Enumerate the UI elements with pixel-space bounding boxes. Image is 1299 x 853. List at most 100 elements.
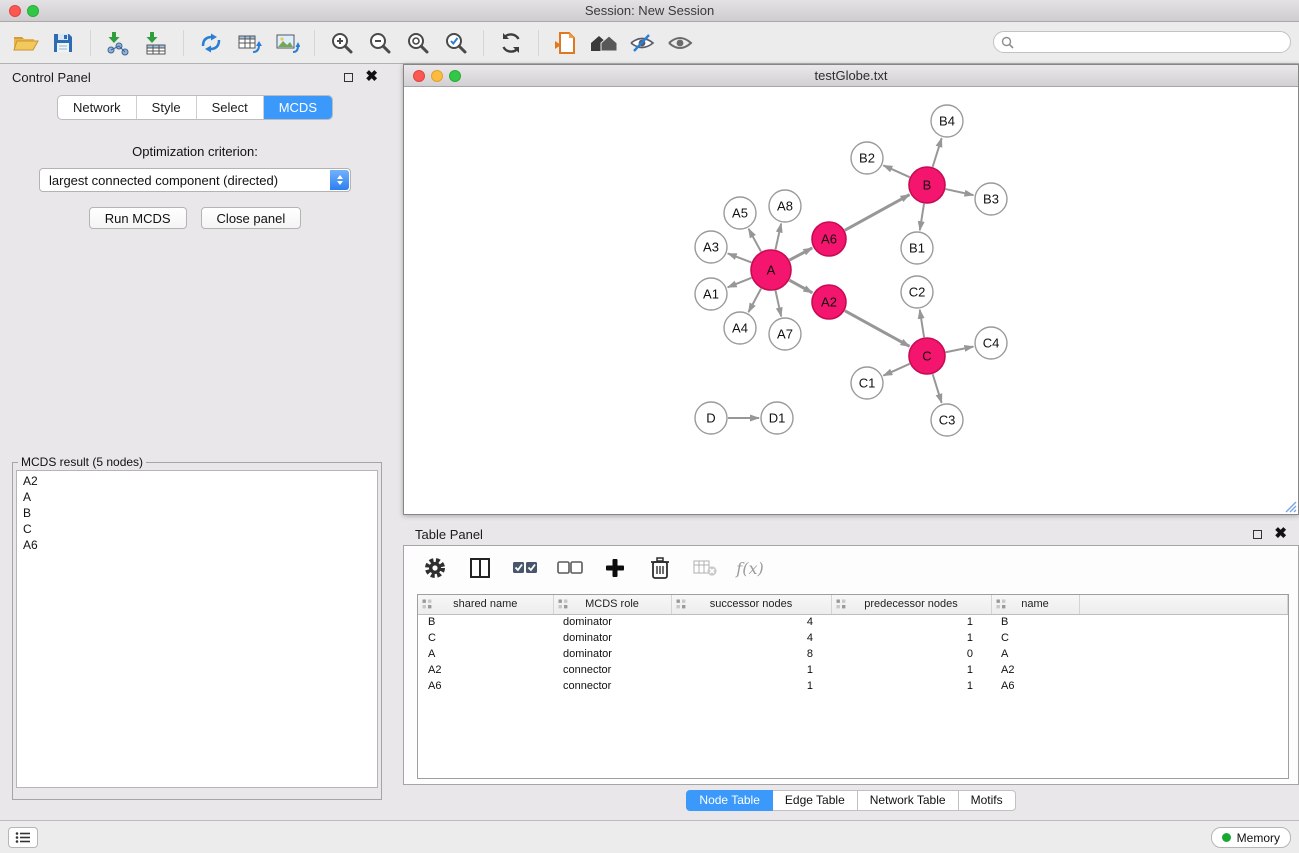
result-item[interactable]: C xyxy=(23,521,371,537)
close-table-panel-icon[interactable]: ✖ xyxy=(1274,528,1287,540)
import-network-button[interactable] xyxy=(99,27,137,59)
tab-mcds[interactable]: MCDS xyxy=(264,96,332,119)
edge-A-A2[interactable] xyxy=(789,280,812,293)
select-all-button[interactable] xyxy=(511,555,539,581)
deselect-all-button[interactable] xyxy=(556,555,584,581)
image-export-button[interactable] xyxy=(268,27,306,59)
network-cycle-button[interactable] xyxy=(192,27,230,59)
table-row[interactable]: A6connector11A6 xyxy=(418,678,1288,694)
node-A4[interactable]: A4 xyxy=(724,312,756,344)
tab-motifs[interactable]: Motifs xyxy=(959,790,1016,811)
node-B[interactable]: B xyxy=(909,167,945,203)
network-graph[interactable]: B4 B2 B B3 A5 A8 A6 A3 B1 A C2 A1 A2 A4 A7 C4 C C1 D D1 C3 xyxy=(404,88,1298,514)
network-canvas[interactable]: B4 B2 B B3 A5 A8 A6 A3 B1 A C2 A1 A2 A4 A7 C4 C C1 D D1 C3 xyxy=(404,88,1298,514)
network-zoom-button[interactable] xyxy=(449,70,461,82)
node-A[interactable]: A xyxy=(751,250,791,290)
delete-column-button[interactable] xyxy=(646,555,674,581)
tab-style[interactable]: Style xyxy=(137,96,197,119)
table-row[interactable]: Adominator80A xyxy=(418,646,1288,662)
result-item[interactable]: A xyxy=(23,489,371,505)
tab-edge-table[interactable]: Edge Table xyxy=(773,790,858,811)
node-A8[interactable]: A8 xyxy=(769,190,801,222)
home-button[interactable] xyxy=(585,27,623,59)
float-table-panel-icon[interactable] xyxy=(1253,530,1262,539)
table-export-button[interactable] xyxy=(230,27,268,59)
zoom-in-button[interactable] xyxy=(323,27,361,59)
close-panel-button[interactable]: Close panel xyxy=(201,207,302,229)
edge-A-A8[interactable] xyxy=(775,224,781,250)
table-row[interactable]: Bdominator41B xyxy=(418,614,1288,630)
column-header[interactable]: MCDS role xyxy=(553,595,671,614)
search-input[interactable] xyxy=(1019,35,1283,49)
network-window-titlebar[interactable]: testGlobe.txt xyxy=(404,65,1298,87)
edge-C-C4[interactable] xyxy=(946,347,974,353)
edge-A-A3[interactable] xyxy=(728,253,752,262)
function-builder-button[interactable]: f(x) xyxy=(736,555,764,581)
show-panels-button[interactable] xyxy=(8,827,38,848)
table-settings-button[interactable] xyxy=(421,555,449,581)
node-D[interactable]: D xyxy=(695,402,727,434)
column-header[interactable]: name xyxy=(991,595,1079,614)
open-session-button[interactable] xyxy=(6,27,44,59)
zoom-window-button[interactable] xyxy=(27,5,39,17)
edge-A-A4[interactable] xyxy=(748,289,761,313)
node-A2[interactable]: A2 xyxy=(812,285,846,319)
node-B2[interactable]: B2 xyxy=(851,142,883,174)
zoom-selected-button[interactable] xyxy=(437,27,475,59)
resize-corner-icon[interactable] xyxy=(1285,501,1297,513)
node-D1[interactable]: D1 xyxy=(761,402,793,434)
run-mcds-button[interactable]: Run MCDS xyxy=(89,207,187,229)
result-item[interactable]: B xyxy=(23,505,371,521)
result-item[interactable]: A6 xyxy=(23,537,371,553)
edge-B-B3[interactable] xyxy=(946,189,974,195)
node-B1[interactable]: B1 xyxy=(901,232,933,264)
column-header[interactable]: predecessor nodes xyxy=(831,595,991,614)
zoom-out-button[interactable] xyxy=(361,27,399,59)
show-graphics-button[interactable] xyxy=(661,27,699,59)
memory-button[interactable]: Memory xyxy=(1211,827,1291,848)
column-header[interactable]: shared name xyxy=(418,595,553,614)
zoom-fit-button[interactable] xyxy=(399,27,437,59)
node-A6[interactable]: A6 xyxy=(812,222,846,256)
edge-A-A6[interactable] xyxy=(790,248,813,260)
edge-C-C2[interactable] xyxy=(920,310,924,337)
column-header[interactable]: successor nodes xyxy=(671,595,831,614)
edge-C-C1[interactable] xyxy=(883,364,909,376)
criterion-dropdown[interactable]: largest connected component (directed) xyxy=(39,168,351,192)
table-row[interactable]: Cdominator41C xyxy=(418,630,1288,646)
close-window-button[interactable] xyxy=(9,5,21,17)
show-columns-button[interactable] xyxy=(466,555,494,581)
edge-A-A1[interactable] xyxy=(728,278,752,288)
edge-A6-B[interactable] xyxy=(845,195,910,231)
node-C2[interactable]: C2 xyxy=(901,276,933,308)
result-item[interactable]: A2 xyxy=(23,473,371,489)
node-C1[interactable]: C1 xyxy=(851,367,883,399)
save-session-button[interactable] xyxy=(44,27,82,59)
edge-B-B1[interactable] xyxy=(920,204,924,230)
node-C3[interactable]: C3 xyxy=(931,404,963,436)
node-A1[interactable]: A1 xyxy=(695,278,727,310)
edge-A2-C[interactable] xyxy=(845,311,910,347)
network-close-button[interactable] xyxy=(413,70,425,82)
refresh-button[interactable] xyxy=(492,27,530,59)
node-B3[interactable]: B3 xyxy=(975,183,1007,215)
node-A3[interactable]: A3 xyxy=(695,231,727,263)
tab-node-table[interactable]: Node Table xyxy=(686,790,773,811)
node-C[interactable]: C xyxy=(909,338,945,374)
edge-B-B4[interactable] xyxy=(933,138,942,167)
edge-B-B2[interactable] xyxy=(883,165,909,177)
edge-A-A5[interactable] xyxy=(749,229,761,252)
network-minimize-button[interactable] xyxy=(431,70,443,82)
node-B4[interactable]: B4 xyxy=(931,105,963,137)
node-C4[interactable]: C4 xyxy=(975,327,1007,359)
table-row[interactable]: A2connector11A2 xyxy=(418,662,1288,678)
create-column-button[interactable] xyxy=(601,555,629,581)
import-table-button[interactable] xyxy=(137,27,175,59)
edge-C-C3[interactable] xyxy=(933,374,942,403)
tab-select[interactable]: Select xyxy=(197,96,264,119)
node-A7[interactable]: A7 xyxy=(769,318,801,350)
edge-A-A7[interactable] xyxy=(775,291,781,317)
node-A5[interactable]: A5 xyxy=(724,197,756,229)
tab-network[interactable]: Network xyxy=(58,96,137,119)
close-panel-icon[interactable]: ✖ xyxy=(365,71,378,83)
